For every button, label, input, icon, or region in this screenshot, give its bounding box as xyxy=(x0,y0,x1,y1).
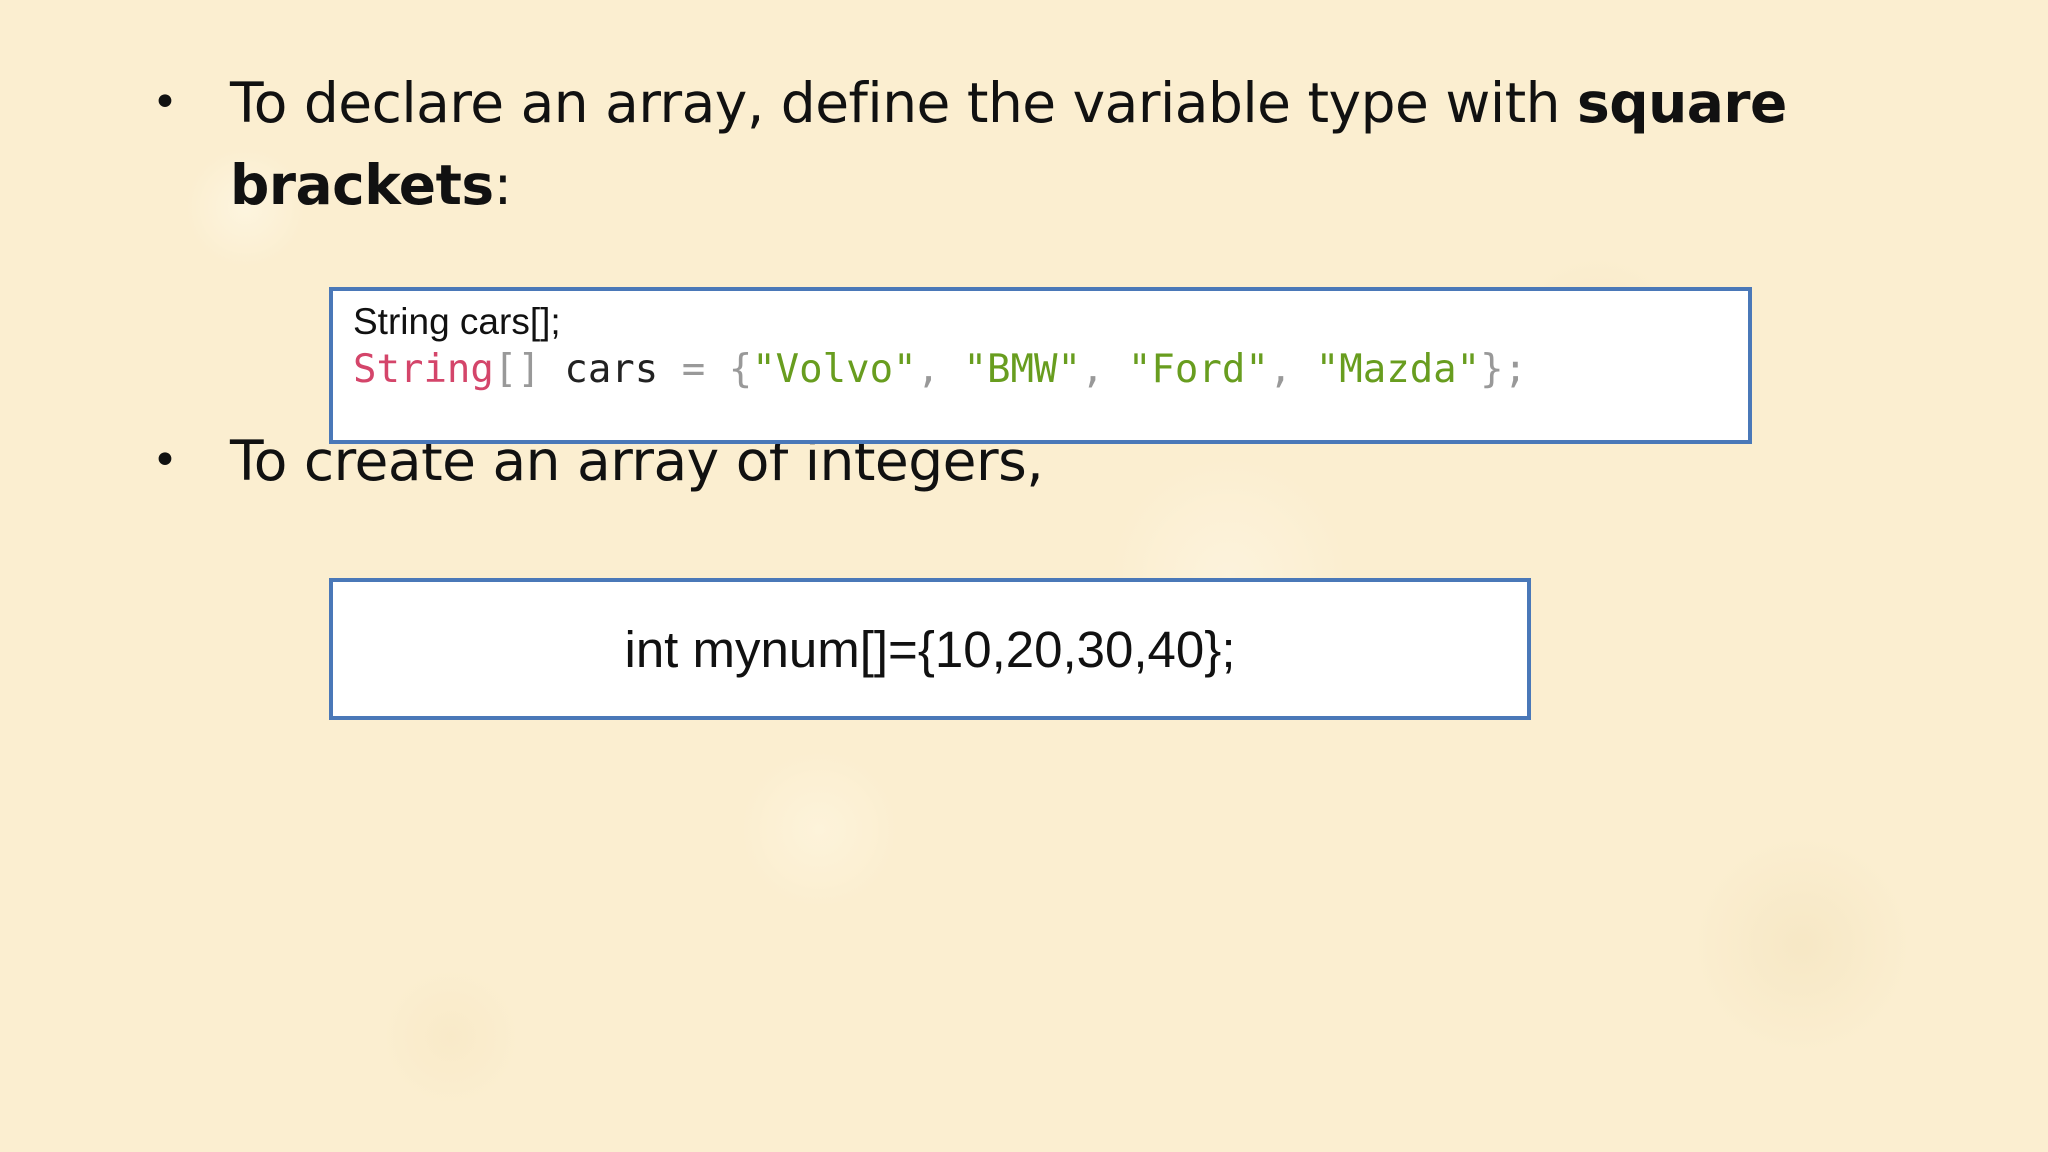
code-box-string-array: String cars[]; String[] cars = {"Volvo",… xyxy=(329,287,1752,444)
code-token-str: "BMW" xyxy=(963,347,1081,392)
bullet-dot-icon: • xyxy=(152,77,178,128)
code-token-str: "Mazda" xyxy=(1315,347,1481,392)
code-int-array-line: int mynum[]={10,20,30,40}; xyxy=(624,620,1236,678)
code-token-ident xyxy=(705,347,728,392)
code-token-punc: [] xyxy=(493,347,541,392)
code-token-punc: , xyxy=(1080,347,1128,392)
code-token-punc: , xyxy=(916,347,964,392)
code-box-int-array: int mynum[]={10,20,30,40}; xyxy=(329,578,1531,720)
bullet-item-declare-array: • To declare an array, define the variab… xyxy=(148,62,1890,226)
code-token-punc: = xyxy=(681,347,706,392)
code-token-type: String xyxy=(353,347,494,392)
code-initializer-line: String[] cars = {"Volvo", "BMW", "Ford",… xyxy=(353,343,1748,397)
code-token-punc: , xyxy=(1268,347,1316,392)
slide: • To declare an array, define the variab… xyxy=(0,0,2048,1152)
bullet-text-suffix: : xyxy=(493,153,513,217)
bullet-text-plain: To declare an array, define the variable… xyxy=(230,71,1578,135)
code-token-punc: }; xyxy=(1480,347,1528,392)
code-declaration-line: String cars[]; xyxy=(353,301,561,342)
code-token-str: "Volvo" xyxy=(752,347,917,392)
code-token-punc: { xyxy=(728,347,753,392)
code-token-ident: cars xyxy=(540,347,682,392)
bullet-text: To declare an array, define the variable… xyxy=(230,62,1890,226)
bullet-dot-icon: • xyxy=(152,435,178,486)
code-token-str: "Ford" xyxy=(1127,347,1269,392)
